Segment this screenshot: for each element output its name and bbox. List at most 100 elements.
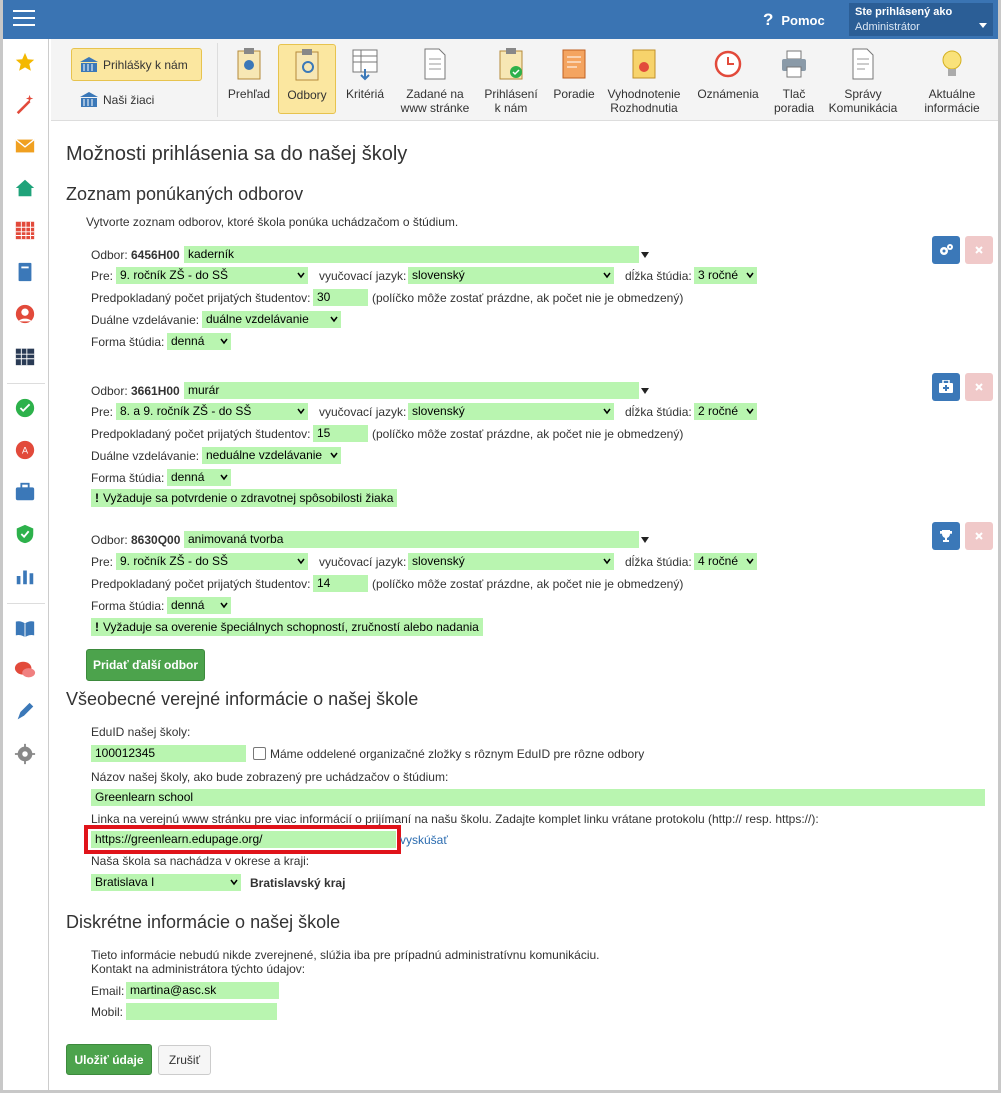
language-select[interactable]: slovenský (408, 267, 614, 284)
odbor-name-select[interactable]: murár (184, 382, 639, 399)
check-circle-icon[interactable] (14, 397, 36, 419)
magic-wand-icon[interactable] (14, 93, 36, 115)
add-field-button[interactable]: Pridať ďalší odbor (86, 649, 205, 681)
duration-select[interactable]: 2 ročné (694, 403, 757, 420)
dual-label: Duálne vzdelávanie: (91, 449, 200, 463)
user-icon[interactable] (14, 303, 36, 325)
star-icon[interactable] (14, 51, 36, 73)
duration-select[interactable]: 3 ročné (694, 267, 757, 284)
odbor-name-select[interactable]: animovaná tvorba (184, 531, 639, 548)
applications-tab[interactable]: Prihlášky k nám (71, 48, 202, 81)
briefcase-icon[interactable] (14, 481, 36, 503)
gear-icon[interactable] (14, 743, 36, 765)
mail-icon[interactable] (14, 135, 36, 157)
dual-select[interactable]: neduálne vzdelávanie (202, 447, 341, 464)
medical-requirement-button[interactable] (932, 373, 960, 401)
tool-applied[interactable]: Prihlásení k nám (479, 44, 543, 115)
timetable-icon[interactable] (14, 345, 36, 367)
cancel-button[interactable]: Zrušiť (158, 1045, 211, 1075)
save-button[interactable]: Uložiť údaje (66, 1044, 152, 1075)
chevron-down-icon (220, 338, 228, 345)
form-label: Forma štúdia: (91, 599, 165, 613)
tool-messages[interactable]: Správy Komunikácia (826, 44, 900, 115)
settings-button[interactable] (932, 236, 960, 264)
hamburger-menu-icon[interactable] (13, 10, 35, 28)
chevron-down-icon (220, 474, 228, 481)
tool-current-info-label-2: informácie (924, 101, 980, 115)
chevron-down-icon[interactable] (641, 252, 649, 258)
page-title: Možnosti prihlásenia sa do našej školy (66, 143, 408, 165)
tool-ranking[interactable]: Poradie (548, 44, 600, 114)
calendar-grid-icon[interactable] (14, 219, 36, 241)
medical-kit-icon (939, 380, 953, 393)
mobile-input[interactable] (126, 1003, 277, 1020)
shield-icon[interactable] (14, 523, 36, 545)
book-icon[interactable] (14, 617, 36, 639)
chevron-down-icon (330, 452, 338, 459)
duration-value: 4 ročné (698, 554, 739, 568)
tool-print-ranking[interactable]: Tlač poradia (769, 44, 819, 115)
school-name-input[interactable]: Greenlearn school (91, 789, 985, 806)
duration-label: dĺžka štúdia: (625, 269, 692, 283)
chevron-down-icon[interactable] (641, 537, 649, 543)
students-count-input[interactable]: 14 (313, 575, 368, 592)
grade-select[interactable]: 9. ročník ZŠ - do SŠ (116, 267, 308, 284)
document-lines-icon (852, 48, 874, 80)
delete-button[interactable] (965, 236, 993, 264)
tool-announcements[interactable]: Oznámenia (691, 44, 765, 114)
tool-web-entered[interactable]: Zadané na www stránke (398, 44, 472, 115)
form-select[interactable]: denná (167, 469, 231, 486)
lightbulb-icon (942, 50, 962, 76)
separate-eduid-checkbox[interactable] (253, 747, 266, 760)
notebook-icon[interactable] (14, 261, 36, 283)
tool-current-info[interactable]: Aktuálne informácie (911, 44, 993, 115)
chevron-down-icon[interactable] (641, 388, 649, 394)
form-select[interactable]: denná (167, 333, 231, 350)
tool-fields[interactable]: Odbory (278, 44, 336, 114)
tool-evaluation-label-1: Vyhodnotenie (607, 87, 681, 101)
dual-value: neduálne vzdelávanie (206, 448, 323, 462)
dual-select[interactable]: duálne vzdelávanie (202, 311, 341, 328)
language-select[interactable]: slovenský (408, 403, 614, 420)
odbor-name-select[interactable]: kaderník (184, 246, 639, 263)
close-icon (975, 532, 983, 540)
eduid-input[interactable]: 100012345 (91, 745, 246, 762)
delete-button[interactable] (965, 522, 993, 550)
grade-icon[interactable]: A (14, 439, 36, 461)
our-students-tab[interactable]: Naši žiaci (79, 91, 154, 109)
delete-button[interactable] (965, 373, 993, 401)
eduid-label: EduID našej školy: (91, 725, 191, 739)
duration-label: dĺžka štúdia: (625, 555, 692, 569)
applications-tab-label: Prihlášky k nám (103, 57, 188, 72)
form-value: denná (171, 598, 205, 612)
students-count-input[interactable]: 15 (313, 425, 368, 442)
duration-select[interactable]: 4 ročné (694, 553, 757, 570)
tool-criteria[interactable]: Kritériá (339, 44, 391, 114)
chat-icon[interactable] (14, 659, 36, 681)
language-select[interactable]: slovenský (408, 553, 614, 570)
language-label: vyučovací jazyk: (319, 269, 407, 283)
talent-requirement-button[interactable] (932, 522, 960, 550)
certificate-icon (632, 49, 656, 79)
students-count-input[interactable]: 30 (313, 289, 368, 306)
section-public-title: Všeobecné verejné informácie o našej ško… (66, 689, 419, 709)
section-private-intro-1: Tieto informácie nebudú nikde zverejnené… (91, 948, 600, 962)
main-content: Možnosti prihlásenia sa do našej školy Z… (51, 121, 998, 1090)
grade-select[interactable]: 9. ročník ZŠ - do SŠ (116, 553, 308, 570)
pen-icon[interactable] (14, 701, 36, 723)
home-icon[interactable] (14, 177, 36, 199)
tool-overview[interactable]: Prehľad (223, 44, 275, 114)
help-button[interactable]: ? Pomoc (763, 10, 825, 30)
email-input[interactable]: martina@asc.sk (126, 982, 279, 999)
bar-chart-icon[interactable] (14, 565, 36, 587)
section-fields-intro: Vytvorte zoznam odborov, ktoré škola pon… (86, 215, 459, 229)
top-bar: ? Pomoc Ste prihlásený ako Administrátor (3, 0, 998, 39)
form-select[interactable]: denná (167, 597, 231, 614)
tool-overview-label: Prehľad (227, 87, 271, 101)
user-menu[interactable]: Ste prihlásený ako Administrátor (849, 3, 993, 36)
table-sort-icon (352, 49, 378, 81)
district-select[interactable]: Bratislava I (91, 874, 241, 891)
try-link[interactable]: vyskúšať (400, 833, 448, 847)
tool-evaluation[interactable]: Vyhodnotenie Rozhodnutia (604, 44, 684, 115)
grade-select[interactable]: 8. a 9. ročník ZŠ - do SŠ (116, 403, 308, 420)
